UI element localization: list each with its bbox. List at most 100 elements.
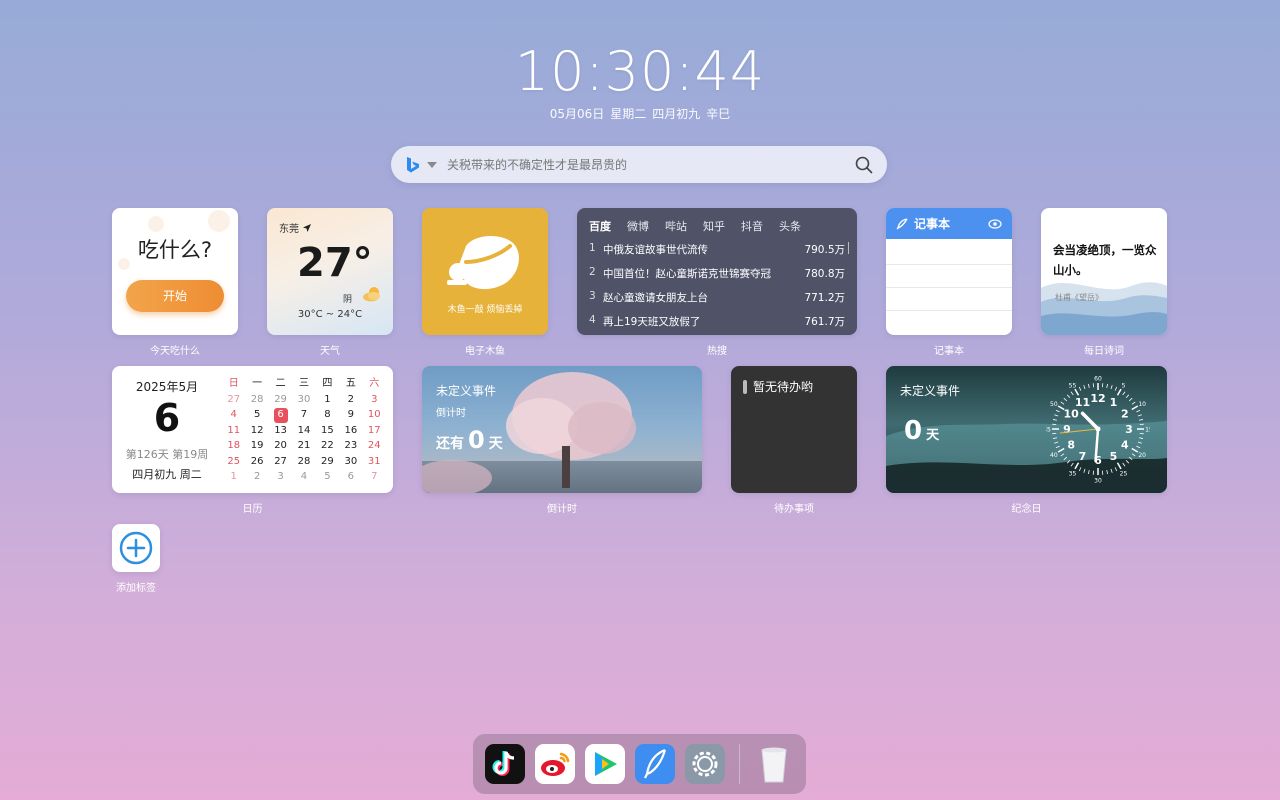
food-picker-label: 今天吃什么 [150,346,200,357]
hot-rank: 2 [589,266,596,278]
anniversary-event: 未定义事件 [900,384,961,398]
start-button[interactable]: 开始 [126,280,224,312]
eye-icon[interactable] [988,218,1002,229]
add-tag-button[interactable] [112,524,160,572]
calendar-day-cell[interactable]: 22 [316,439,339,454]
todo-empty: 暂无待办哟 [743,378,813,395]
tab-douyin[interactable]: 抖音 [741,218,763,234]
calendar-day-cell[interactable]: 3 [269,470,292,485]
calendar-day-cell[interactable]: 8 [316,408,339,423]
plus-circle-icon[interactable] [119,531,153,565]
calendar-widget[interactable]: 2025年5月 6 第126天 第19周 四月初九 周二 日一二三四五六 27 28… [112,366,393,493]
calendar-day-cell[interactable]: 12 [245,424,268,439]
calendar-day-cell[interactable]: 4 [292,470,315,485]
wooden-fish-icon[interactable] [444,232,526,294]
calendar-day-cell[interactable]: 10 [363,408,386,423]
hot-value: 780.8万 [804,268,845,280]
hot-search-item[interactable]: 1 中俄友谊故事世代流传 790.5万 [589,242,845,257]
clock-minute-label: 20 [1138,452,1146,459]
hot-search-item[interactable]: 4 再上19天班又放假了 761.7万 [589,314,845,329]
clock-number: 7 [1079,450,1087,463]
calendar-day-cell[interactable]: 21 [292,439,315,454]
countdown-label: 倒计时 [547,504,577,515]
calendar-day-cell[interactable]: 20 [269,439,292,454]
calendar-day-cell[interactable]: 7 [363,470,386,485]
calendar-day-cell[interactable]: 26 [245,455,268,470]
countdown-widget[interactable]: 未定义事件 倒计时 还有 0 天 [422,366,702,493]
calendar-day-cell[interactable]: 27 [222,393,245,408]
hot-title: 中俄友谊故事世代流传 [603,244,708,256]
calendar-day-cell[interactable]: 2 [339,393,362,408]
hot-search-item[interactable]: 3 赵心童邀请女朋友上台 771.2万 [589,290,845,305]
weather-temperature: 27° [297,240,373,286]
calendar-day-cell[interactable]: 25 [222,455,245,470]
clock-number: 9 [1063,423,1071,436]
clock-tick [1088,469,1090,475]
calendar-day-cell[interactable]: 31 [363,455,386,470]
search-bar[interactable] [391,146,887,183]
calendar-day-cell[interactable]: 28 [245,393,268,408]
calendar-day-cell[interactable]: 30 [339,455,362,470]
tab-zhihu[interactable]: 知乎 [703,218,725,234]
hot-rank: 4 [589,314,596,326]
calendar-day-cell[interactable]: 29 [269,393,292,408]
calendar-day-cell[interactable]: 5 [316,470,339,485]
settings-icon[interactable] [685,744,725,784]
chevron-down-icon[interactable] [427,161,437,168]
tab-weibo[interactable]: 微博 [627,218,649,234]
search-icon[interactable] [855,156,873,174]
todo-widget[interactable]: 暂无待办哟 [731,366,857,493]
calendar-day-cell[interactable]: 24 [363,439,386,454]
countdown-number: 0 [468,426,485,454]
calendar-day-cell[interactable]: 18 [222,439,245,454]
tiktok-icon[interactable] [485,744,525,784]
add-tag-label: 添加标签 [116,583,156,594]
clock-tick [1136,409,1141,413]
bing-icon[interactable] [405,156,421,174]
calendar-day-cell[interactable]: 13 [269,424,292,439]
anniversary-number: 0 [904,416,923,446]
weibo-icon[interactable] [535,744,575,784]
calendar-day-cell[interactable]: 7 [292,408,315,423]
calendar-day-cell[interactable]: 1 [222,470,245,485]
food-picker-widget[interactable]: 吃什么? 开始 [112,208,238,335]
calendar-day-cell[interactable]: 16 [339,424,362,439]
calendar-day-cell[interactable]: 17 [363,424,386,439]
video-player-icon[interactable] [585,744,625,784]
calendar-day-cell[interactable]: 2 [245,470,268,485]
calendar-day-cell[interactable]: 3 [363,393,386,408]
clock-tick [1106,469,1108,475]
notebook-widget[interactable]: 记事本 [886,208,1012,335]
tab-baidu[interactable]: 百度 [589,218,611,234]
calendar-day-cell[interactable]: 30 [292,393,315,408]
notebook-icon[interactable] [635,744,675,784]
search-input[interactable] [447,157,855,172]
tab-toutiao[interactable]: 头条 [779,218,801,234]
calendar-day-cell[interactable]: 6 [273,408,288,423]
poem-widget[interactable]: 会当凌绝顶，一览众山小。 杜甫《望岳》 [1041,208,1167,335]
calendar-day-cell[interactable]: 29 [316,455,339,470]
tab-bilibili[interactable]: 哔站 [665,218,687,234]
scrollbar[interactable] [848,242,849,254]
calendar-day-cell[interactable]: 6 [339,470,362,485]
weather-widget[interactable]: 东莞 27° 阴 30°C ~ 24°C [267,208,393,335]
hot-search-item[interactable]: 2 中国首位！赵心童斯诺克世锦赛夺冠 780.8万 [589,266,845,281]
divider [886,287,1012,288]
anniversary-widget[interactable]: 未定义事件 0 天 121234567891011605101520253035… [886,366,1167,493]
calendar-day-cell[interactable]: 19 [245,439,268,454]
wooden-fish-widget[interactable]: 木鱼一敲 烦恼丢掉 [422,208,548,335]
calendar-day-cell[interactable]: 11 [222,424,245,439]
hot-search-widget[interactable]: 百度 微博 哔站 知乎 抖音 头条 1 中俄友谊故事世代流传 790.5万 2 … [577,208,857,335]
calendar-day-cell[interactable]: 14 [292,424,315,439]
calendar-day-cell[interactable]: 28 [292,455,315,470]
calendar-day-cell[interactable]: 23 [339,439,362,454]
calendar-day-cell[interactable]: 27 [269,455,292,470]
calendar-day-cell[interactable]: 1 [316,393,339,408]
calendar-day-cell[interactable]: 5 [245,408,268,423]
calendar-day-cell[interactable]: 9 [339,408,362,423]
calendar-day-cell[interactable]: 15 [316,424,339,439]
dock-separator [739,744,740,784]
hot-title: 赵心童邀请女朋友上台 [603,292,708,304]
trash-icon[interactable] [754,744,794,784]
calendar-day-cell[interactable]: 4 [222,408,245,423]
